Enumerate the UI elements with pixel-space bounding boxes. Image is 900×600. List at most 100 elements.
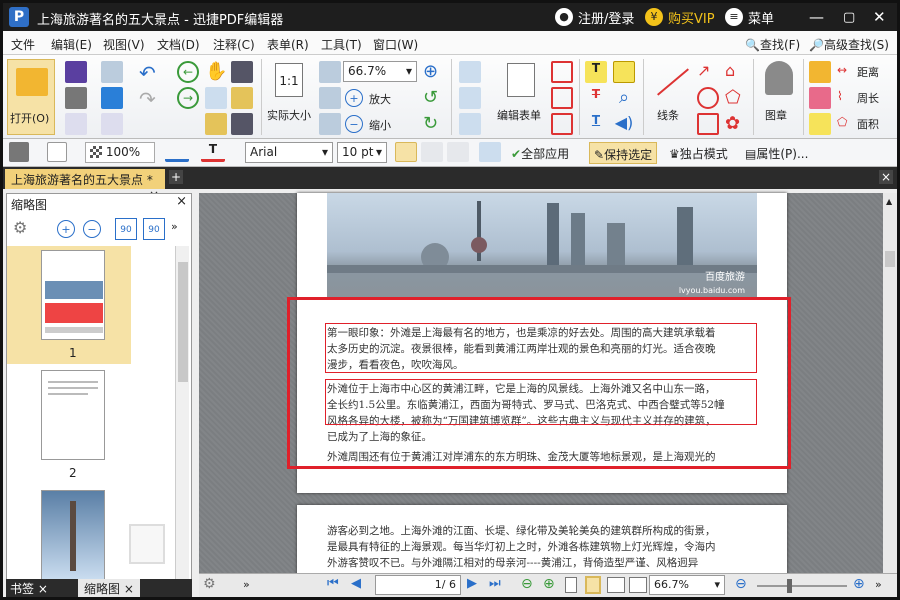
status-zoom-select[interactable]: 66.7% ▾ xyxy=(649,575,725,595)
apply-all-button[interactable]: ✔全部应用 xyxy=(511,145,569,162)
previous-page-icon[interactable]: ◀ xyxy=(351,576,361,591)
buy-vip-button[interactable]: ¥ 购买VIP xyxy=(645,7,715,27)
thumbnail-item-2[interactable]: 2 xyxy=(7,366,131,484)
document-icon[interactable] xyxy=(101,113,123,135)
single-page-icon[interactable] xyxy=(565,577,577,593)
zoom-slider-thumb[interactable] xyxy=(787,579,792,593)
clipboard-icon[interactable] xyxy=(231,87,253,109)
note-icon[interactable] xyxy=(613,61,635,83)
continuous-facing-icon[interactable] xyxy=(629,577,647,593)
border-color-swatch[interactable] xyxy=(47,142,67,162)
open-button[interactable]: 打开(O) xyxy=(7,59,55,135)
close-button[interactable]: ✕ xyxy=(873,7,886,27)
facing-pages-icon[interactable] xyxy=(607,577,625,593)
rotate-cw-icon[interactable]: 90 xyxy=(143,218,165,240)
scroll-thumb[interactable] xyxy=(885,251,895,267)
settings-gear-icon[interactable]: ⚙ xyxy=(13,218,39,238)
thumb-zoom-in-icon[interactable]: + xyxy=(57,220,75,238)
page-number-input[interactable]: 1/ 6 xyxy=(375,575,461,595)
form-list-icon[interactable] xyxy=(459,61,481,83)
menu-tools[interactable]: 工具(T) xyxy=(321,36,362,53)
main-menu-button[interactable]: ≡ 菜单 xyxy=(725,7,774,27)
polygon-icon[interactable]: ⬠ xyxy=(725,87,747,109)
status-more-icon[interactable]: » xyxy=(243,578,250,591)
thumbnail-item-1[interactable]: 1 xyxy=(7,246,131,364)
rectangle-icon[interactable] xyxy=(697,113,719,135)
redo-icon[interactable]: ↷ xyxy=(139,87,161,111)
hand-icon[interactable]: ✋ xyxy=(205,61,227,83)
tab-thumbnails[interactable]: 缩略图 × xyxy=(78,579,140,597)
upload-icon[interactable] xyxy=(101,87,123,109)
register-login-button[interactable]: ● 注册/登录 xyxy=(555,7,634,27)
settings-gear-icon[interactable]: ⚙ xyxy=(203,576,216,592)
distance-button[interactable]: ↔ 距离 xyxy=(837,63,879,79)
next-page-icon[interactable]: ▶ xyxy=(467,576,477,591)
polyline-icon[interactable]: ⌂ xyxy=(725,61,747,83)
font-select[interactable]: Arial ▾ xyxy=(245,142,333,163)
zoom-slider[interactable] xyxy=(757,579,847,593)
underline-icon[interactable]: T xyxy=(585,113,607,135)
fit-visible-icon[interactable] xyxy=(319,113,341,135)
history-forward-icon[interactable]: ⊕ xyxy=(543,576,555,592)
perimeter-button[interactable]: ⌇ 周长 xyxy=(837,89,879,105)
text-color-icon[interactable]: T xyxy=(201,142,225,162)
properties-button[interactable]: ▤属性(P)... xyxy=(745,145,808,162)
continuous-page-icon[interactable] xyxy=(585,576,601,594)
checkbox-field-icon[interactable] xyxy=(551,113,573,135)
actual-size-button[interactable]: 1:1 实际大小 xyxy=(267,61,313,133)
tab-bookmarks[interactable]: 书签 × xyxy=(10,580,48,597)
select-text-icon[interactable] xyxy=(205,87,227,109)
align-center-icon[interactable] xyxy=(421,142,443,162)
fit-width-icon[interactable] xyxy=(319,87,341,109)
attachment-icon[interactable]: ⌕ xyxy=(613,87,635,109)
advanced-find-button[interactable]: 🔎高级查找(S) xyxy=(809,36,889,53)
crop-icon[interactable] xyxy=(205,113,227,135)
history-back-icon[interactable]: ⊖ xyxy=(521,576,533,592)
undo-icon[interactable]: ↶ xyxy=(139,61,161,85)
first-page-icon[interactable]: ⏮ xyxy=(327,576,339,591)
fill-color-swatch[interactable] xyxy=(9,142,29,162)
typewriter-icon[interactable]: T xyxy=(585,61,607,83)
new-tab-button[interactable]: + xyxy=(169,170,183,184)
line-color-icon[interactable] xyxy=(165,142,189,162)
binoculars-icon[interactable] xyxy=(231,113,253,135)
stamp-button[interactable]: 图章 xyxy=(757,59,801,133)
edit-form-button[interactable]: 编辑表单 xyxy=(495,61,547,133)
status-more-icon[interactable]: » xyxy=(875,578,882,591)
thumbnail-item-3[interactable] xyxy=(7,488,131,580)
form-add-icon[interactable] xyxy=(459,87,481,109)
form-field-icon[interactable] xyxy=(459,113,481,135)
strikeout-icon[interactable]: T xyxy=(585,87,607,109)
forward-icon[interactable]: → xyxy=(177,87,199,109)
selection-rectangle[interactable] xyxy=(287,297,791,469)
keep-selected-button[interactable]: ✎保持选定 xyxy=(589,142,658,164)
opacity-select[interactable]: 100% xyxy=(85,142,155,163)
maximize-button[interactable]: ▢ xyxy=(843,7,855,27)
thumb-zoom-out-icon[interactable]: − xyxy=(83,220,101,238)
menu-file[interactable]: 文件 xyxy=(11,36,35,53)
zoom-out-icon[interactable]: ⊖ xyxy=(735,576,747,592)
snapshot-icon[interactable] xyxy=(231,61,253,83)
menu-form[interactable]: 表单(R) xyxy=(267,36,309,53)
save-icon[interactable] xyxy=(65,61,87,83)
print-icon[interactable] xyxy=(65,87,87,109)
back-icon[interactable]: ← xyxy=(177,61,199,83)
menu-annotation[interactable]: 注释(C) xyxy=(213,36,255,53)
sound-icon[interactable]: ◀) xyxy=(613,113,635,135)
eraser-icon[interactable] xyxy=(809,87,831,109)
zoom-select[interactable]: 66.7% ▾ xyxy=(343,61,417,82)
menu-document[interactable]: 文档(D) xyxy=(157,36,200,53)
panel-close-icon[interactable]: × xyxy=(176,194,187,209)
magnify-icon[interactable]: ⊕ xyxy=(423,61,445,83)
find-button[interactable]: 🔍查找(F) xyxy=(745,36,800,53)
tab-document[interactable]: 上海旅游著名的五大景点 *× xyxy=(5,169,165,202)
text-field-icon[interactable] xyxy=(551,61,573,83)
rotate-left-icon[interactable]: ↺ xyxy=(423,87,445,109)
email-icon[interactable] xyxy=(101,61,123,83)
scroll-up-icon[interactable]: ▲ xyxy=(886,197,892,206)
ellipse-icon[interactable] xyxy=(697,87,719,109)
rotate-ccw-icon[interactable]: 90 xyxy=(115,218,137,240)
close-document-button[interactable]: × xyxy=(879,170,893,184)
align-right-icon[interactable] xyxy=(447,142,469,162)
last-page-icon[interactable]: ⏭ xyxy=(489,576,501,591)
